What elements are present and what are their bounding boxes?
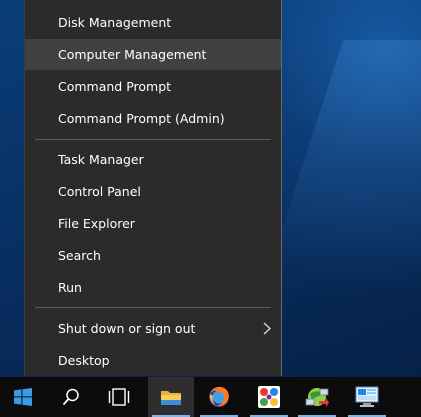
taskbar-computer-app[interactable] [344,377,390,417]
menu-item-label: Shut down or sign out [58,321,196,336]
menu-item-command-prompt[interactable]: Command Prompt [25,71,281,102]
windows-start-icon [14,388,32,406]
menu-separator [35,307,271,308]
menu-item-computer-management[interactable]: Computer Management [25,39,281,70]
menu-item-command-prompt-admin[interactable]: Command Prompt (Admin) [25,103,281,134]
taskbar-file-explorer[interactable] [148,377,194,417]
start-button[interactable] [0,377,46,417]
taskbar [0,377,421,417]
menu-item-task-manager[interactable]: Task Manager [25,144,281,175]
menu-item-search[interactable]: Search [25,240,281,271]
menu-separator [35,139,271,140]
taskbar-network-app[interactable] [294,377,340,417]
network-globe-icon [305,388,329,407]
firefox-icon [209,386,229,407]
app-colorful-icon [258,386,280,408]
menu-item-run[interactable]: Run [25,272,281,303]
menu-item-desktop[interactable]: Desktop [25,345,281,376]
power-user-menu: Disk Management Computer Management Comm… [24,0,282,376]
taskbar-app[interactable] [246,377,292,417]
taskbar-firefox[interactable] [196,377,242,417]
task-view-button[interactable] [96,377,142,417]
wallpaper-light-beam [258,40,421,300]
task-view-icon [108,388,130,406]
computer-screen-icon [355,386,379,407]
menu-item-control-panel[interactable]: Control Panel [25,176,281,207]
search-button[interactable] [48,377,94,417]
file-explorer-icon [161,391,181,405]
search-icon [62,388,79,406]
menu-item-shut-down-or-sign-out[interactable]: Shut down or sign out [25,313,281,344]
menu-item-file-explorer[interactable]: File Explorer [25,208,281,239]
menu-item-disk-management[interactable]: Disk Management [25,7,281,38]
